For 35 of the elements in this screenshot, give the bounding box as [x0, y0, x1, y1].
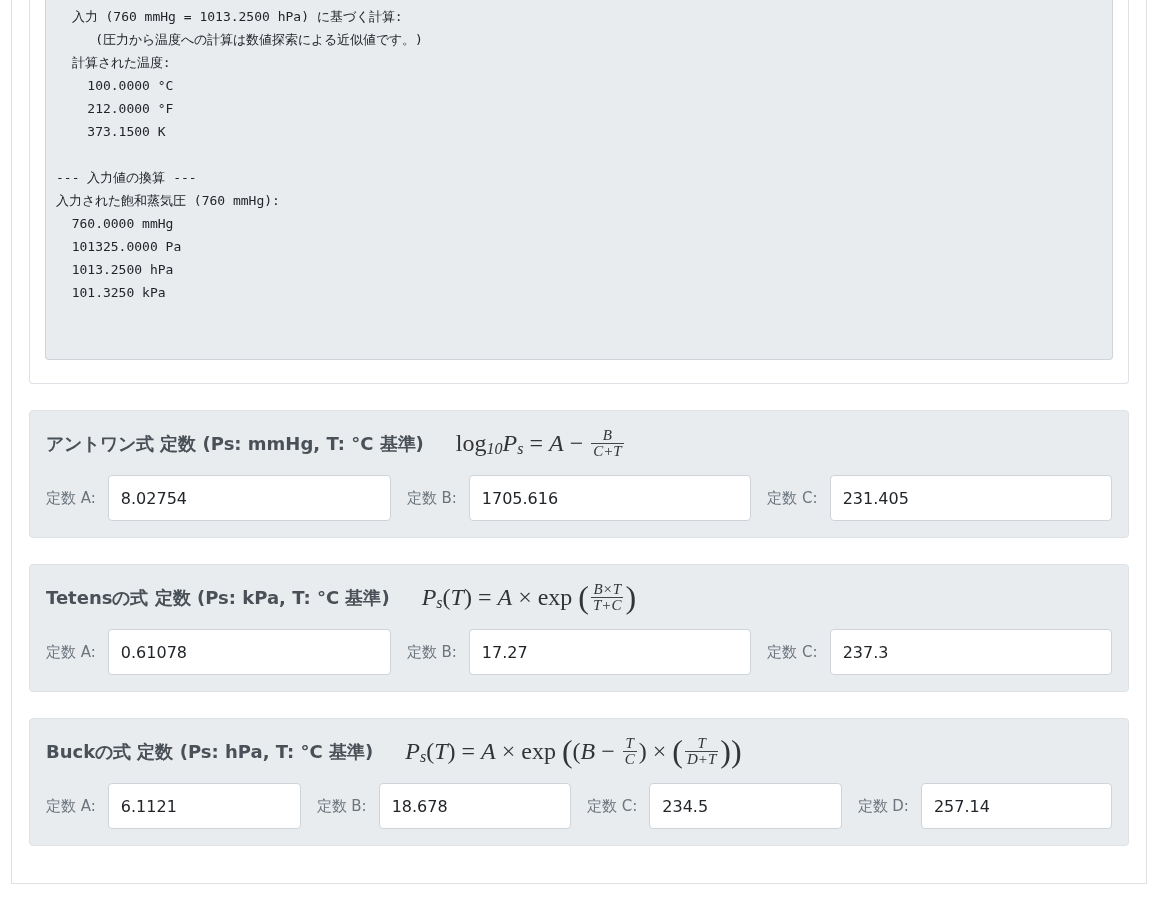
output-line: 入力された飽和蒸気圧 (760 mmHg): — [56, 192, 280, 210]
output-line: --- 入力値の換算 --- — [56, 169, 197, 187]
input-field[interactable]: 231.405 — [829, 475, 1112, 521]
field-label: 定数 A: — [46, 641, 96, 663]
field-label: 定数 B: — [406, 641, 457, 663]
input-field[interactable]: 18.678 — [378, 783, 571, 829]
input-field[interactable]: 237.3 — [829, 629, 1112, 675]
output-line: 1013.2500 hPa — [70, 261, 174, 279]
field-label: 定数 B: — [406, 487, 457, 509]
output-line: 入力 (760 mmHg = 1013.2500 hPa) に基づく計算: — [70, 8, 403, 26]
input-field[interactable]: 0.61078 — [107, 629, 391, 675]
field-label: 定数 C: — [767, 487, 818, 509]
input-field[interactable]: 17.27 — [468, 629, 752, 675]
field-label: 定数 A: — [46, 795, 96, 817]
input-field[interactable]: 257.14 — [920, 783, 1112, 829]
output-line: 101325.0000 Pa — [70, 238, 182, 256]
input-field[interactable]: 8.02754 — [107, 475, 391, 521]
field-label: 定数 B: — [316, 795, 367, 817]
field-label: 定数 C: — [587, 795, 638, 817]
field-label: 定数 C: — [767, 641, 818, 663]
output-line: (圧力から温度への計算は数値探索による近似値です。) — [94, 31, 423, 49]
output-line: 760.0000 mmHg — [70, 215, 174, 233]
field-label: 定数 A: — [46, 487, 96, 509]
output-line: 212.0000 °F — [86, 100, 174, 118]
output-line: 100.0000 °C — [86, 77, 174, 95]
input-field[interactable]: 6.1121 — [107, 783, 301, 829]
section-title: Tetensの式 定数 (Ps: kPa, T: °C 基準) — [46, 585, 390, 610]
section-title: アントワン式 定数 (Ps: mmHg, T: °C 基準) — [46, 431, 424, 456]
input-field[interactable]: 1705.616 — [468, 475, 752, 521]
output-line: 101.3250 kPa — [70, 284, 166, 302]
output-line: 373.1500 K — [86, 123, 166, 141]
output-line: 計算された温度: — [70, 54, 171, 72]
section-title: Buckの式 定数 (Ps: hPa, T: °C 基準) — [46, 739, 374, 764]
input-field[interactable]: 234.5 — [649, 783, 842, 829]
field-label: 定数 D: — [857, 795, 909, 817]
